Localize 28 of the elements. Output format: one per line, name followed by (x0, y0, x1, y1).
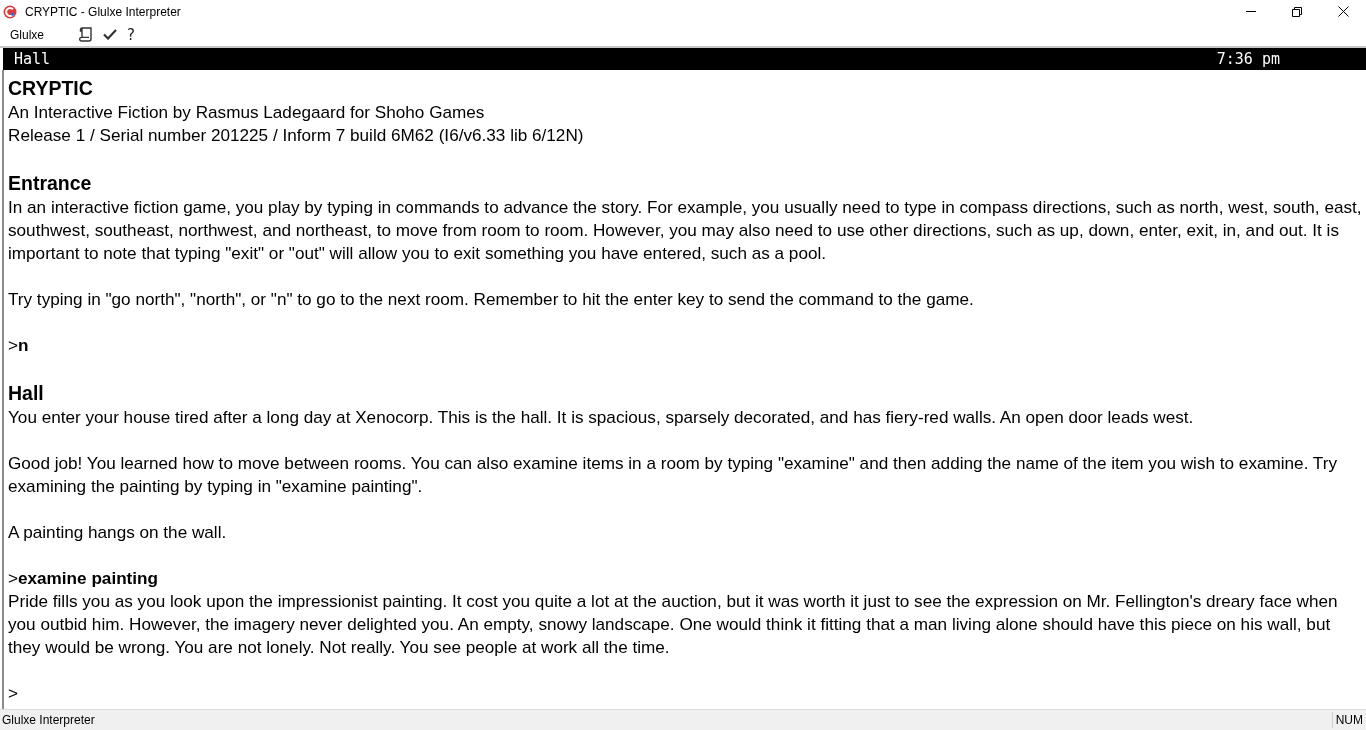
scroll-icon (79, 26, 93, 43)
app-icon (3, 4, 17, 19)
help-button[interactable]: ? (127, 25, 135, 44)
window-title: CRYPTIC - Glulxe Interpreter (25, 4, 181, 19)
close-icon (1337, 6, 1349, 17)
room-heading: CRYPTIC (8, 76, 94, 101)
story-paragraph: A painting hangs on the wall. (8, 521, 228, 544)
menu-item[interactable]: Glulxe (0, 27, 52, 42)
location-label: Hall (14, 50, 51, 68)
room-heading: Hall (8, 381, 45, 406)
input-prompt[interactable]: > (8, 682, 1363, 705)
check-icon (103, 29, 117, 40)
story-paragraph: Try typing in "go north", "north", or "n" to go to the next room. Remember to hit the enter key to send the command to the game. (8, 288, 975, 311)
story-paragraph: You enter your house tired after a long day at Xenocorp. This is the hall. It is spacious, sparsely decorated, and has fiery-red walls. An open door leads west. (8, 406, 1195, 429)
story-paragraph: An Interactive Fiction by Rasmus Ladegaard for Shoho Games (8, 101, 486, 124)
time-label: 7:36 pm (1216, 50, 1280, 68)
room-heading: Entrance (8, 171, 93, 196)
restore-icon (1292, 6, 1302, 17)
transcript-button[interactable] (79, 25, 93, 44)
num-lock-indicator: NUM (1331, 712, 1366, 728)
story-paragraph: Pride fills you as you look upon the impressionist painting. It cost you quite a lot at the auction, but it was worth it just to see the expression on Mr. Fellington's dreary face when you outbid him. However, the imagery never delighted you. An empty, snowy landscape. One would think it fitting that a man living alone should have this piece on his wall, but they would be wrong. You are not lonely. Not really. You see people at work all the time. (8, 590, 1339, 659)
command-echo: >examine painting (8, 567, 160, 590)
story-paragraph: Release 1 / Serial number 201225 / Inform 7 build 6M62 (I6/v6.33 lib 6/12N) (8, 124, 585, 147)
status-text: Glulxe Interpreter (1, 713, 95, 727)
command-echo: >n (8, 334, 30, 357)
minimize-icon (1246, 11, 1256, 12)
story-paragraph: In an interactive fiction game, you play by typing in commands to advance the story. For example, you usually need to type in compass directions, such as north, west, south, east, southwest, southeast, northwest, and northeast, to move from room to room. However, you may also need to use other directions, such as up, down, enter, exit, in, and out. It is important to note that typing "exit" or "out" will allow you to exit something you have entered, such as a pool. (8, 196, 1363, 265)
story-paragraph: Good job! You learned how to move between rooms. You can also examine items in a room by typing "examine" and then adding the name of the item you wish to examine. Try examining the painting by typing in "examine painting". (8, 452, 1338, 498)
